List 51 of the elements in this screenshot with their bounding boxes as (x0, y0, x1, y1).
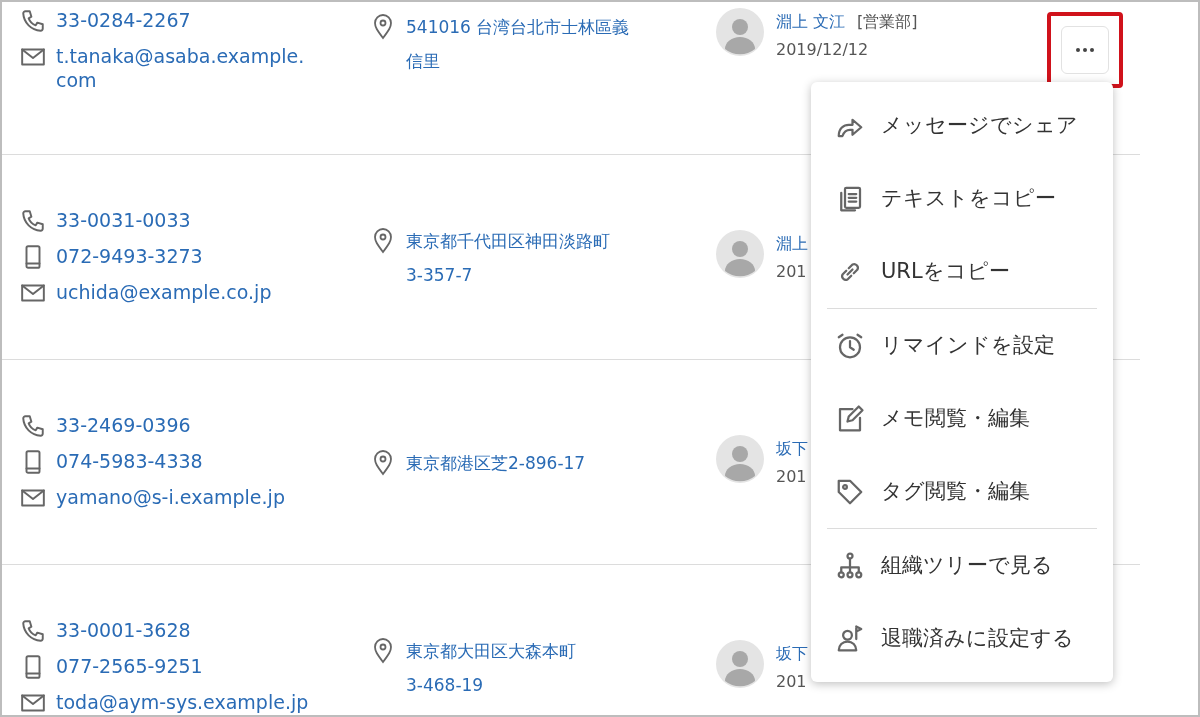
phone-link[interactable]: 077-2565-9251 (56, 654, 311, 678)
phone-link[interactable]: 33-0001-3628 (56, 618, 311, 642)
email-link[interactable]: yamano@s-i.example.jp (56, 485, 311, 509)
avatar-icon (716, 435, 764, 483)
phone-icon (20, 208, 46, 234)
location-pin-icon (372, 228, 394, 254)
email-link[interactable]: t.tanaka@asaba.example.com (56, 44, 311, 92)
menu-item[interactable]: 組織ツリーで見る (827, 529, 1097, 602)
more-button[interactable] (1061, 26, 1109, 74)
date-label: 2019/12/12 (776, 39, 870, 61)
phone-link[interactable]: 33-0031-0033 (56, 208, 311, 232)
date-label: 201 (776, 261, 808, 283)
person-name-link[interactable]: 坂下 (776, 642, 808, 666)
menu-item[interactable]: リマインドを設定 (827, 309, 1097, 382)
address-link[interactable]: 東京都港区芝2-896-17 (406, 446, 586, 480)
menu-item[interactable]: メモ閲覧・編集 (827, 382, 1097, 455)
org-tree-icon (835, 550, 865, 581)
email-link[interactable]: toda@aym-sys.example.jp (56, 690, 311, 714)
phone-icon (20, 8, 46, 34)
person-name-link[interactable]: 淵上 文江 (776, 10, 846, 34)
menu-item[interactable]: 退職済みに設定する (827, 602, 1097, 675)
phone-link[interactable]: 074-5983-4338 (56, 449, 311, 473)
email-link[interactable]: uchida@example.co.jp (56, 280, 311, 304)
address-link[interactable]: 3-468-19 (406, 668, 484, 702)
location-pin-icon (372, 14, 394, 40)
phone-link[interactable]: 33-0284-2267 (56, 8, 311, 32)
location-pin-icon (372, 638, 394, 664)
address-link[interactable]: 3-357-7 (406, 258, 473, 292)
person-flag-icon (835, 623, 865, 654)
phone-link[interactable]: 072-9493-3273 (56, 244, 311, 268)
menu-item[interactable]: タグ閲覧・編集 (827, 455, 1097, 528)
menu-item[interactable]: メッセージでシェア (827, 89, 1097, 162)
department-label: [営業部] (857, 11, 918, 33)
more-icon (1076, 48, 1094, 52)
person-name-link[interactable]: 淵上 (776, 232, 808, 256)
avatar-icon (716, 640, 764, 688)
phone-link[interactable]: 33-2469-0396 (56, 413, 311, 437)
avatar-icon (716, 230, 764, 278)
address-link[interactable]: 541016 台湾台北市士林區義 (406, 10, 630, 44)
avatar-icon (716, 8, 764, 56)
location-pin-icon (372, 450, 394, 476)
phone-icon (20, 413, 46, 439)
address-link[interactable]: 東京都千代田区神田淡路町 (406, 224, 610, 258)
person-name-link[interactable]: 坂下 (776, 437, 808, 461)
address-link[interactable]: 東京都大田区大森本町 (406, 634, 576, 668)
phone-icon (20, 618, 46, 644)
menu-item[interactable]: URLをコピー (827, 235, 1097, 308)
date-label: 201 (776, 466, 808, 488)
date-label: 201 (776, 671, 808, 693)
address-link[interactable]: 信里 (406, 44, 440, 78)
menu-item[interactable]: テキストをコピー (827, 162, 1097, 235)
